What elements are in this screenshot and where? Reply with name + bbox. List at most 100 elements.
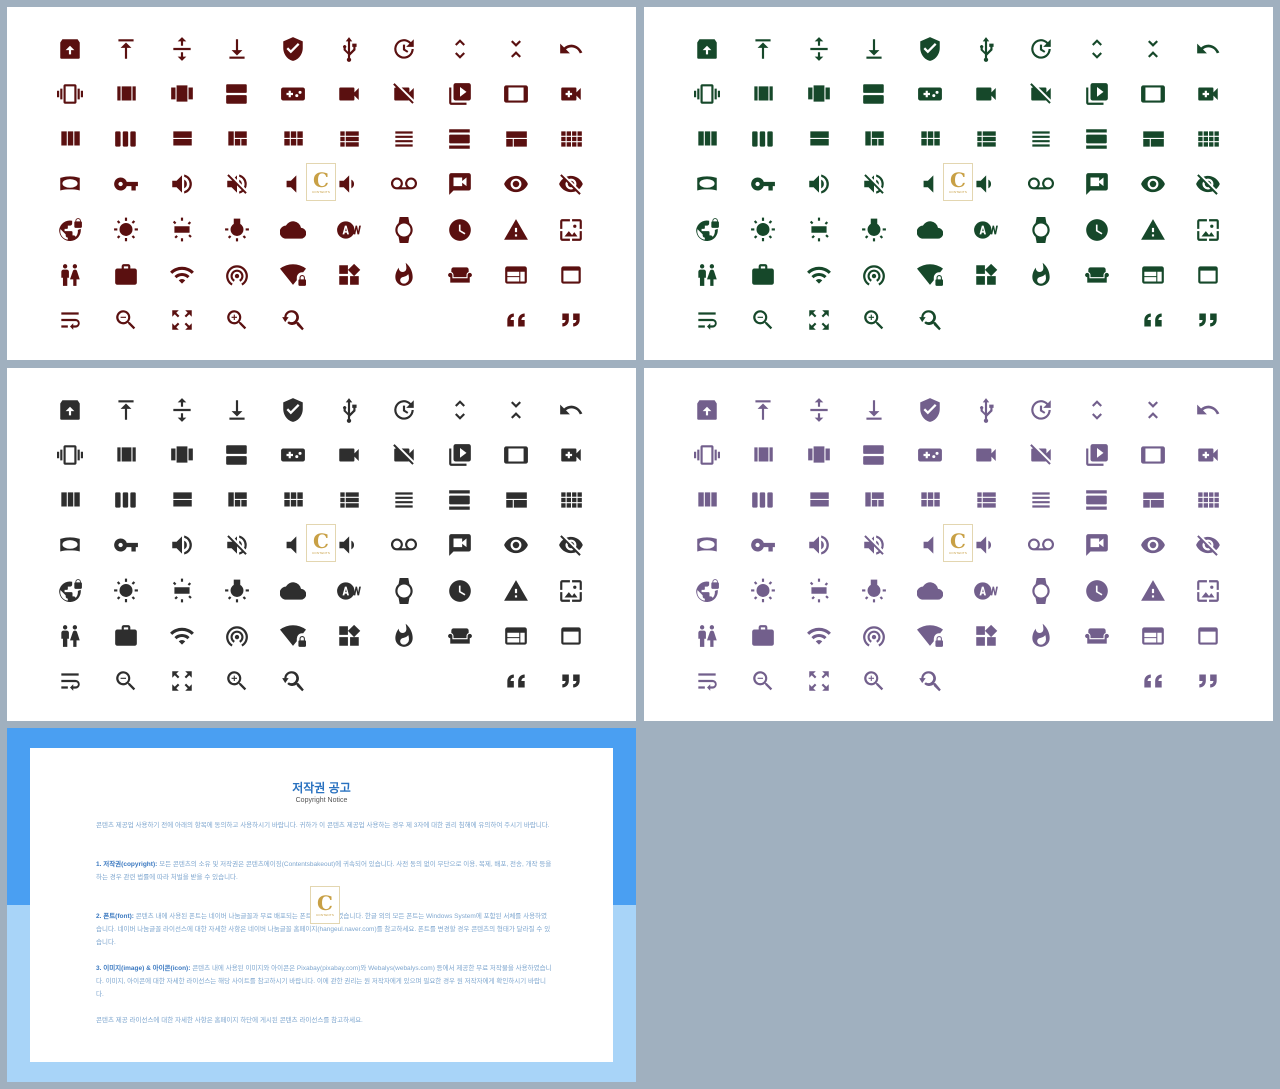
video-call-icon: [1194, 80, 1222, 108]
volume-up-icon: [168, 170, 196, 198]
videocam-icon: [972, 80, 1000, 108]
panorama-wide-icon: [693, 170, 721, 198]
view-comfy-icon: [1194, 486, 1222, 514]
verified-user-icon: [916, 396, 944, 424]
view-compact-icon: [502, 125, 530, 153]
brightness-icon: [749, 216, 777, 244]
unarchive-icon: [56, 35, 84, 63]
web-icon: [1139, 261, 1167, 289]
view-array-icon: [112, 441, 140, 469]
unfold-more-icon: [446, 396, 474, 424]
voicemail-icon: [390, 170, 418, 198]
wifi-lock-icon: [916, 261, 944, 289]
wifi-icon: [168, 622, 196, 650]
view-stream-icon: [805, 125, 833, 153]
zoom-in-icon: [223, 667, 251, 695]
web-asset-icon: [1194, 622, 1222, 650]
panorama-wide-icon: [56, 170, 84, 198]
watch-icon: [390, 577, 418, 605]
visibility-off-icon: [1194, 531, 1222, 559]
view-quilt-icon: [860, 125, 888, 153]
watermark-text: CONTENTS: [948, 190, 968, 194]
notice-copyright-heading: 1. 저작권(copyright):: [96, 861, 158, 868]
view-agenda-icon: [860, 441, 888, 469]
web-asset-icon: [557, 261, 585, 289]
web-icon: [502, 261, 530, 289]
wb-iridescent-icon: [805, 577, 833, 605]
volume-down-icon: [333, 170, 361, 198]
notice-license-footer: 콘텐츠 제공 라이선스에 대한 자세한 사항은 홈페이지 하단에 게시된 콘텐츠…: [96, 1017, 363, 1024]
watch-icon: [1027, 216, 1055, 244]
weekend-icon: [446, 261, 474, 289]
wb-iridescent-icon: [168, 577, 196, 605]
work-icon: [749, 261, 777, 289]
video-library-icon: [1083, 441, 1111, 469]
verified-user-icon: [279, 396, 307, 424]
notice-title: 저작권 공고: [292, 781, 351, 795]
view-column-icon: [693, 125, 721, 153]
wifi-tethering-icon: [223, 622, 251, 650]
view-headline-icon: [1027, 125, 1055, 153]
watermark-text: CONTENTS: [311, 551, 331, 555]
volume-mute-icon: [915, 531, 943, 559]
view-quilt-icon: [223, 486, 251, 514]
view-agenda-icon: [860, 80, 888, 108]
view-column-icon: [56, 125, 84, 153]
watermark-letter: C: [317, 891, 333, 915]
view-list-icon: [972, 125, 1000, 153]
web-icon: [502, 622, 530, 650]
view-agenda-icon: [223, 80, 251, 108]
undo-icon: [1194, 35, 1222, 63]
view-column-icon: [693, 486, 721, 514]
watermark-logo: C CONTENTS: [306, 163, 336, 201]
unfold-more-icon: [446, 35, 474, 63]
format-quote-open-icon: [1139, 667, 1167, 695]
view-array-icon: [749, 441, 777, 469]
notice-copyright-text: 모든 콘텐츠의 소유 및 저작권은 콘텐츠에이징(Contentsbakeout…: [96, 861, 552, 881]
view-quilt-icon: [223, 125, 251, 153]
voice-chat-icon: [1083, 170, 1111, 198]
widgets-icon: [335, 622, 363, 650]
view-list-icon: [972, 486, 1000, 514]
view-day-icon: [1083, 486, 1111, 514]
vertical-align-center-icon: [168, 396, 196, 424]
view-headline-icon: [390, 486, 418, 514]
view-column-icon: [56, 486, 84, 514]
zoom-out-map-icon: [805, 667, 833, 695]
copyright-notice-panel: 저작권 공고 Copyright Notice 콘텐츠 제공업 사용하기 전에 …: [7, 728, 636, 1082]
view-compact-icon: [502, 486, 530, 514]
videocam-off-icon: [1027, 441, 1055, 469]
view-stream-icon: [168, 125, 196, 153]
volume-down-icon: [333, 531, 361, 559]
wb-incandescent-icon: [223, 216, 251, 244]
volume-up-icon: [805, 170, 833, 198]
wallpaper-icon: [1194, 216, 1222, 244]
usb-icon: [335, 35, 363, 63]
warning-icon: [502, 216, 530, 244]
wrap-text-icon: [56, 667, 84, 695]
watermark-text: CONTENTS: [948, 551, 968, 555]
notice-image-section: 3. 이미지(image) & 아이콘(icon): 콘텐츠 내에 사용된 이미…: [96, 963, 552, 1001]
vertical-align-center-icon: [805, 396, 833, 424]
panorama-wide-icon: [56, 531, 84, 559]
vertical-align-bottom-icon: [860, 35, 888, 63]
vibration-icon: [56, 441, 84, 469]
format-quote-close-icon: [557, 667, 585, 695]
zoom-out-icon: [749, 667, 777, 695]
vpn-key-icon: [112, 531, 140, 559]
tablet-icon: [1139, 80, 1167, 108]
view-module-icon: [279, 486, 307, 514]
view-module-icon: [916, 125, 944, 153]
usb-icon: [972, 35, 1000, 63]
vertical-align-bottom-icon: [223, 396, 251, 424]
view-week-icon: [749, 486, 777, 514]
unfold-less-icon: [1139, 396, 1167, 424]
update-icon: [1027, 35, 1055, 63]
wc-icon: [56, 622, 84, 650]
view-day-icon: [446, 125, 474, 153]
warning-icon: [502, 577, 530, 605]
weekend-icon: [446, 622, 474, 650]
auto-white-balance-icon: [972, 216, 1000, 244]
verified-user-icon: [916, 35, 944, 63]
vpn-lock-icon: [693, 216, 721, 244]
